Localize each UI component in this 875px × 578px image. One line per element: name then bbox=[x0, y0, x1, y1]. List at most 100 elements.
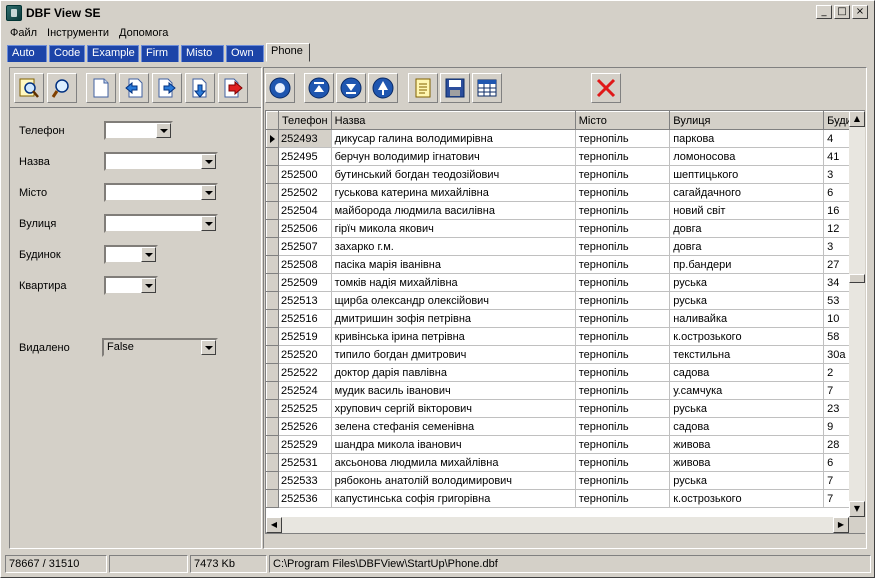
cell-city[interactable]: тернопіль bbox=[575, 129, 671, 148]
table-row[interactable]: 252509 томків надія михайлівна тернопіль ру… bbox=[266, 273, 864, 292]
cell-city[interactable]: тернопіль bbox=[575, 291, 671, 310]
tab-misto[interactable]: Misto bbox=[181, 45, 224, 62]
cell-city[interactable]: тернопіль bbox=[575, 255, 671, 274]
cell-name[interactable]: томків надія михайлівна bbox=[331, 273, 576, 292]
cell-city[interactable]: тернопіль bbox=[575, 183, 671, 202]
menu-tools[interactable]: Інструменти bbox=[42, 25, 114, 43]
cell-phone[interactable]: 252506 bbox=[278, 219, 332, 238]
cell-street[interactable]: руська bbox=[669, 471, 825, 490]
table-row[interactable]: 252536 капустинська софія григорівна терно… bbox=[266, 489, 864, 508]
column-header-street[interactable]: Вулиця bbox=[669, 111, 825, 130]
page-forward-button[interactable] bbox=[152, 73, 182, 103]
table-row[interactable]: 252526 зелена стефанія семенівна тернопіль… bbox=[266, 417, 864, 436]
table-row[interactable]: 252525 хрупович сергій вікторович тернопіл… bbox=[266, 399, 864, 418]
table-row[interactable]: 252522 доктор дарія павлівна тернопіль садо… bbox=[266, 363, 864, 382]
cell-phone[interactable]: 252502 bbox=[278, 183, 332, 202]
page-export-button[interactable] bbox=[218, 73, 248, 103]
edit-button[interactable] bbox=[408, 73, 438, 103]
cell-phone[interactable]: 252519 bbox=[278, 327, 332, 346]
cell-street[interactable]: руська bbox=[669, 399, 825, 418]
cell-city[interactable]: тернопіль bbox=[575, 201, 671, 220]
cell-name[interactable]: майборода людмила василівна bbox=[331, 201, 576, 220]
cell-name[interactable]: берчун володимир ігнатович bbox=[331, 147, 576, 166]
table-row[interactable]: 252529 шандра микола іванович тернопіль жив… bbox=[266, 435, 864, 454]
cell-city[interactable]: тернопіль bbox=[575, 309, 671, 328]
cell-name[interactable]: доктор дарія павлівна bbox=[331, 363, 576, 382]
chevron-down-icon[interactable] bbox=[201, 216, 216, 231]
column-header-phone[interactable]: Телефон bbox=[277, 111, 332, 130]
scroll-right-icon[interactable]: ▶ bbox=[833, 517, 849, 533]
new-page-button[interactable] bbox=[86, 73, 116, 103]
table-row[interactable]: 252504 майборода людмила василівна тернопі… bbox=[266, 201, 864, 220]
table-row[interactable]: 252500 бутинський богдан теодозійович терн… bbox=[266, 165, 864, 184]
apartment-combo[interactable] bbox=[104, 276, 158, 295]
cell-phone[interactable]: 252525 bbox=[278, 399, 332, 418]
horizontal-scrollbar[interactable]: ◀ ▶ bbox=[266, 517, 849, 533]
menu-file[interactable]: Файл bbox=[5, 25, 42, 43]
cell-name[interactable]: капустинська софія григорівна bbox=[331, 489, 576, 508]
cell-name[interactable]: аксьонова людмила михайлівна bbox=[331, 453, 576, 472]
vertical-scroll-thumb[interactable] bbox=[849, 274, 865, 283]
table-row[interactable]: 252495 берчун володимир ігнатович тернопіл… bbox=[266, 147, 864, 166]
chevron-down-icon[interactable] bbox=[141, 247, 156, 262]
cell-street[interactable]: к.острозького bbox=[669, 489, 825, 508]
vertical-scrollbar[interactable]: ▲ ▼ bbox=[849, 111, 865, 517]
chevron-down-icon[interactable] bbox=[141, 278, 156, 293]
cell-street[interactable]: паркова bbox=[669, 129, 825, 148]
save-button[interactable] bbox=[440, 73, 470, 103]
cell-name[interactable]: бутинський богдан теодозійович bbox=[331, 165, 576, 184]
cell-city[interactable]: тернопіль bbox=[575, 363, 671, 382]
up-record-button[interactable] bbox=[368, 73, 398, 103]
cell-city[interactable]: тернопіль bbox=[575, 327, 671, 346]
cell-phone[interactable]: 252531 bbox=[278, 453, 332, 472]
table-row[interactable]: 252520 типило богдан дмитрович тернопіль те… bbox=[266, 345, 864, 364]
tab-phone[interactable]: Phone bbox=[266, 43, 310, 62]
city-combo[interactable] bbox=[104, 183, 218, 202]
cell-street[interactable]: живова bbox=[669, 453, 825, 472]
cell-phone[interactable]: 252520 bbox=[278, 345, 332, 364]
table-row[interactable]: 252524 мудик василь іванович тернопіль у.са… bbox=[266, 381, 864, 400]
cell-name[interactable]: рябоконь анатолій володимирович bbox=[331, 471, 576, 490]
chevron-down-icon[interactable] bbox=[156, 123, 171, 138]
cell-phone[interactable]: 252526 bbox=[278, 417, 332, 436]
column-header-city[interactable]: Місто bbox=[574, 111, 671, 130]
phone-combo[interactable] bbox=[104, 121, 173, 140]
cell-name[interactable]: зелена стефанія семенівна bbox=[331, 417, 576, 436]
cell-street[interactable]: новий світ bbox=[669, 201, 825, 220]
cell-street[interactable]: руська bbox=[669, 273, 825, 292]
tab-code[interactable]: Code bbox=[49, 45, 85, 62]
cell-name[interactable]: дмитришин зофія петрівна bbox=[331, 309, 576, 328]
name-combo[interactable] bbox=[104, 152, 218, 171]
chevron-down-icon[interactable] bbox=[201, 154, 216, 169]
table-row[interactable]: 252502 гуськова катерина михайлівна терноп… bbox=[266, 183, 864, 202]
cell-street[interactable]: наливайка bbox=[669, 309, 825, 328]
page-back-button[interactable] bbox=[119, 73, 149, 103]
data-grid[interactable]: Телефон Назва Місто Вулиця Буди 252493 ди… bbox=[265, 110, 865, 534]
table-row[interactable]: 252516 дмитришин зофія петрівна тернопіль н… bbox=[266, 309, 864, 328]
table-row[interactable]: 252506 гірїч микола якович тернопіль довга 1… bbox=[266, 219, 864, 238]
first-record-button[interactable] bbox=[304, 73, 334, 103]
table-row[interactable]: 252508 пасіка марія іванівна тернопіль пр.б… bbox=[266, 255, 864, 274]
cell-street[interactable]: довга bbox=[669, 237, 825, 256]
delete-button[interactable] bbox=[591, 73, 621, 103]
tab-auto[interactable]: Auto bbox=[7, 45, 47, 62]
cell-name[interactable]: шандра микола іванович bbox=[331, 435, 576, 454]
deleted-combo[interactable]: False bbox=[102, 338, 218, 357]
cell-phone[interactable]: 252507 bbox=[278, 237, 332, 256]
table-row[interactable]: 252531 аксьонова людмила михайлівна терноп… bbox=[266, 453, 864, 472]
cell-city[interactable]: тернопіль bbox=[575, 237, 671, 256]
cell-street[interactable]: живова bbox=[669, 435, 825, 454]
cell-street[interactable]: ломоносова bbox=[669, 147, 825, 166]
cell-city[interactable]: тернопіль bbox=[575, 165, 671, 184]
cell-street[interactable]: садова bbox=[669, 417, 825, 436]
tab-own[interactable]: Own bbox=[226, 45, 264, 62]
table-row[interactable]: 252513 щирба олександр олексійович тернопі… bbox=[266, 291, 864, 310]
cell-phone[interactable]: 252509 bbox=[278, 273, 332, 292]
refresh-button[interactable] bbox=[265, 73, 295, 103]
cell-phone[interactable]: 252536 bbox=[278, 489, 332, 508]
menu-help[interactable]: Допомога bbox=[114, 25, 173, 43]
cell-name[interactable]: мудик василь іванович bbox=[331, 381, 576, 400]
chevron-down-icon[interactable] bbox=[201, 185, 216, 200]
scroll-left-icon[interactable]: ◀ bbox=[266, 517, 282, 533]
page-down-button[interactable] bbox=[185, 73, 215, 103]
